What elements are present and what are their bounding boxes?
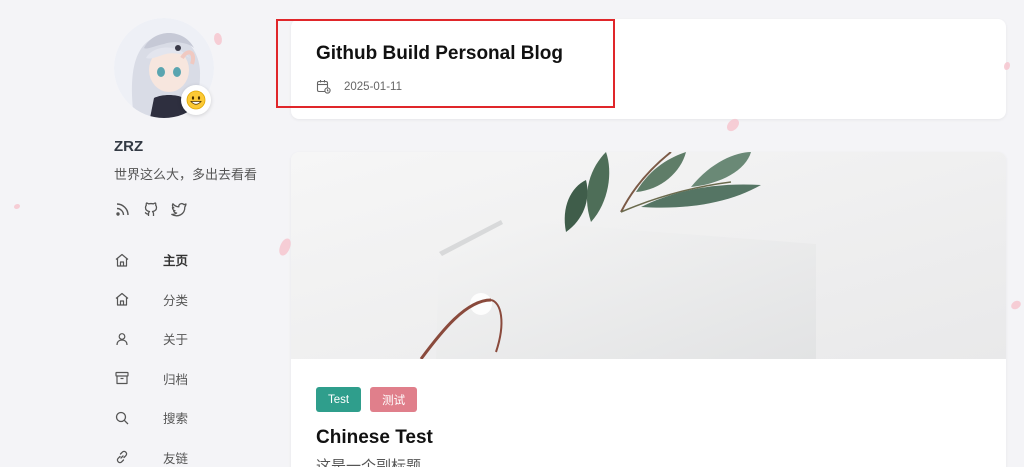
petal-decoration xyxy=(725,116,741,134)
petal-decoration xyxy=(1004,62,1010,70)
nav-item-links[interactable]: 友链 xyxy=(114,438,264,467)
sidebar: ZRZ 世界这么大，多出去看看 主页 分类 关于 归档 搜索 友链 xyxy=(114,18,274,466)
nav-label-archive: 归档 xyxy=(163,372,189,387)
nav-label-about: 关于 xyxy=(163,333,189,348)
link-icon xyxy=(114,449,130,465)
nav-label-search: 搜索 xyxy=(163,412,189,427)
post-card[interactable]: Github Build Personal Blog 2025-01-11 xyxy=(291,19,1006,119)
nav-label-links: 友链 xyxy=(163,451,189,466)
github-icon[interactable] xyxy=(142,200,160,218)
rss-icon[interactable] xyxy=(114,200,132,218)
nav-item-home[interactable]: 主页 xyxy=(114,240,264,280)
grin-emoji-icon xyxy=(186,90,206,110)
petal-decoration xyxy=(277,237,293,257)
post-subtitle: 这是一个副标题 xyxy=(316,458,422,467)
archive-icon xyxy=(114,370,130,386)
petal-decoration xyxy=(1009,298,1023,312)
home-icon xyxy=(114,252,130,268)
tag-test[interactable]: Test xyxy=(316,387,362,412)
nav-item-category[interactable]: 分类 xyxy=(114,280,264,320)
nav-item-archive[interactable]: 归档 xyxy=(114,359,264,399)
nav-item-about[interactable]: 关于 xyxy=(114,319,264,359)
nav-item-search[interactable]: 搜索 xyxy=(114,398,264,438)
tag-list: Test 测试 xyxy=(316,387,418,412)
user-icon xyxy=(114,331,130,347)
nav-label-home: 主页 xyxy=(163,254,189,269)
author-bio: 世界这么大，多出去看看 xyxy=(114,167,258,182)
post-date: 2025-01-11 xyxy=(344,80,402,93)
avatar-wrap xyxy=(114,18,214,118)
nav-label-category: 分类 xyxy=(163,293,189,308)
twitter-icon[interactable] xyxy=(170,200,188,218)
cover-image[interactable] xyxy=(291,152,1006,359)
post-title[interactable]: Github Build Personal Blog xyxy=(316,43,563,65)
author-name: ZRZ xyxy=(114,138,144,155)
post-meta: 2025-01-11 xyxy=(316,79,402,94)
calendar-icon xyxy=(316,79,331,94)
post-title[interactable]: Chinese Test xyxy=(316,427,433,449)
search-icon xyxy=(114,410,130,426)
post-card-with-cover[interactable]: Test 测试 Chinese Test 这是一个副标题 xyxy=(291,152,1006,467)
social-links xyxy=(114,200,188,218)
tag-ceshi[interactable]: 测试 xyxy=(370,387,418,412)
petal-decoration xyxy=(14,204,20,209)
home-icon xyxy=(114,291,130,307)
emoji-badge xyxy=(181,85,211,115)
main-nav: 主页 分类 关于 归档 搜索 友链 xyxy=(114,240,264,467)
